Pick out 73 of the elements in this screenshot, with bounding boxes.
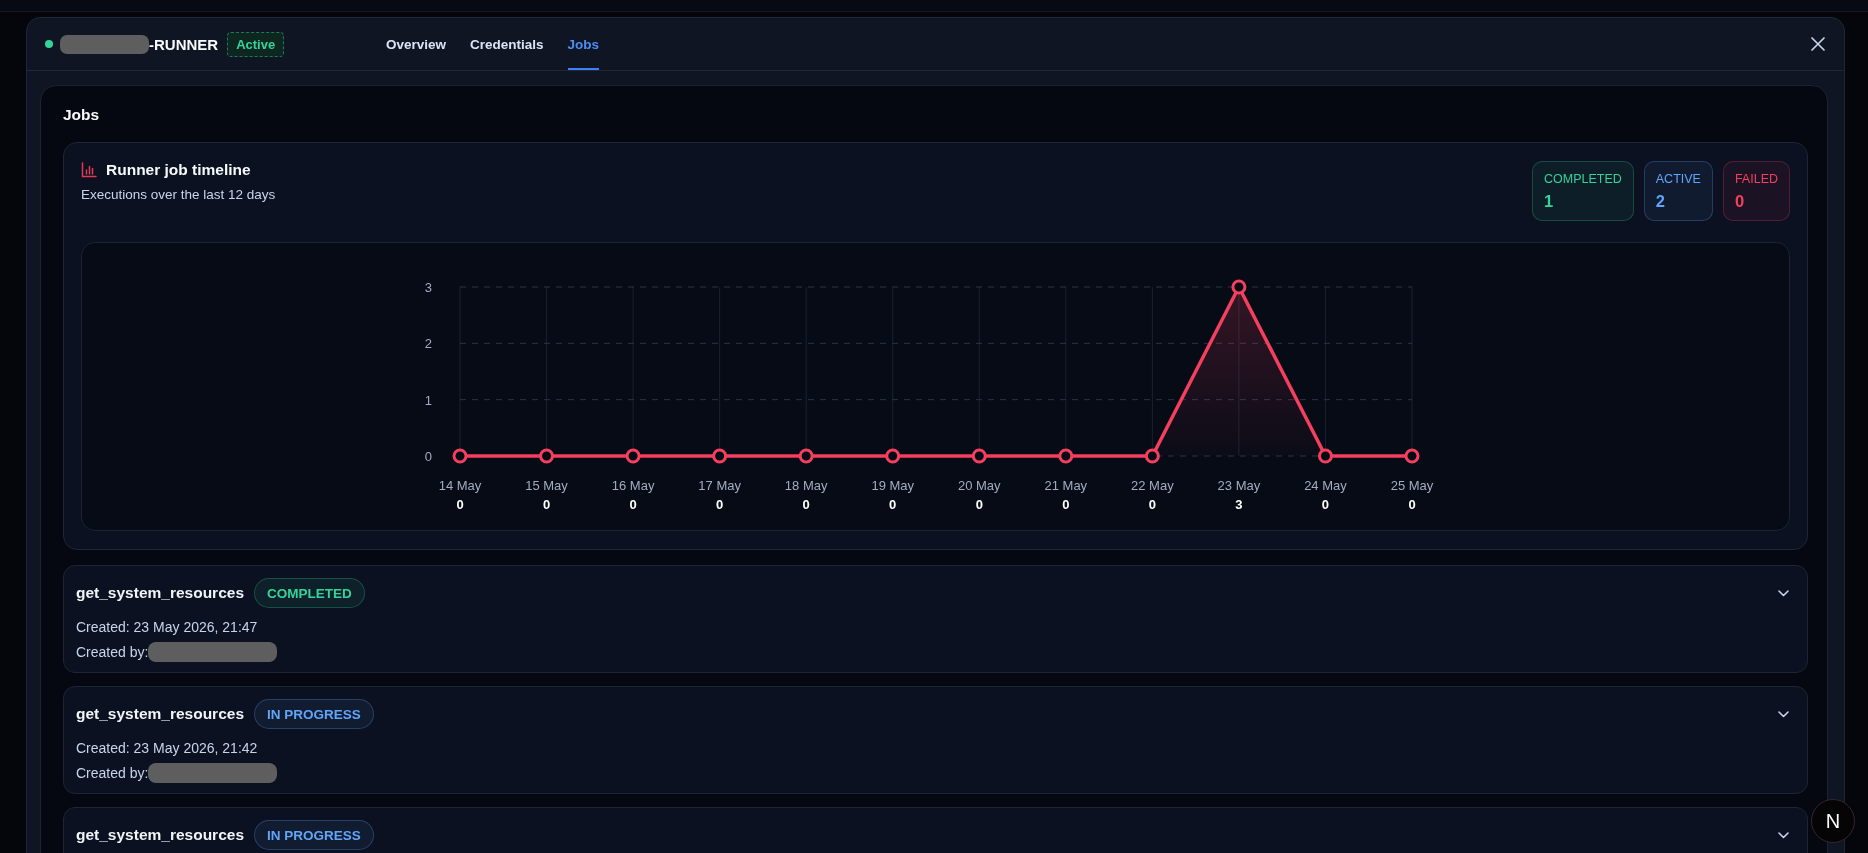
value-label: 0 [456, 497, 464, 512]
value-label: 0 [629, 497, 637, 512]
y-axis-label: 0 [424, 449, 432, 464]
timeline-subtitle: Executions over the last 12 days [81, 186, 276, 204]
job-name: get_system_resources [76, 705, 245, 723]
data-point [1058, 448, 1074, 464]
bar-chart-icon [81, 162, 97, 178]
stat-value: 1 [1543, 192, 1555, 210]
value-label: 0 [1408, 497, 1416, 512]
created-date: Created: 23 May 2026, 21:47 [76, 618, 259, 637]
stat-label: COMPLETED [1543, 172, 1622, 187]
y-axis-label: 3 [424, 280, 432, 295]
job-card[interactable]: get_system_resources COMPLETED Created: 23 May 2026, 21:47 Created by: [63, 565, 1808, 673]
data-point [1144, 448, 1160, 464]
value-label: 0 [1062, 497, 1070, 512]
value-label: 0 [542, 497, 551, 512]
job-name: get_system_resources [76, 584, 245, 602]
runner-title: -RUNNER [149, 35, 219, 53]
y-axis-label: 2 [424, 336, 432, 352]
value-label: 0 [1148, 497, 1156, 512]
data-point [712, 448, 728, 464]
job-card[interactable]: get_system_resources IN PROGRESS [63, 807, 1808, 853]
status-badge: IN PROGRESS [254, 820, 374, 850]
x-axis-label: 22 May [1131, 478, 1174, 493]
value-label: 0 [802, 497, 810, 512]
x-axis-label: 19 May [871, 478, 915, 493]
data-point [625, 448, 641, 464]
timeline-title: Runner job timeline [106, 161, 251, 179]
x-axis-label: 16 May [611, 478, 655, 493]
section-heading: Jobs [63, 105, 101, 125]
tab[interactable]: Jobs [567, 18, 600, 70]
data-point [971, 448, 987, 464]
tab[interactable]: Credentials [470, 18, 544, 70]
chevron-icon[interactable] [1778, 589, 1789, 597]
x-axis-label: 23 May [1217, 478, 1261, 493]
data-point [539, 448, 555, 464]
status-badge: Active [227, 31, 285, 57]
data-point [1317, 448, 1333, 464]
x-axis-label: 25 May [1390, 478, 1434, 493]
stat-label: ACTIVE [1655, 172, 1701, 187]
chevron-icon[interactable] [1778, 831, 1789, 839]
created-by-label: Created by: [76, 642, 149, 662]
x-axis-label: 18 May [784, 478, 828, 493]
x-axis-label: 21 May [1044, 478, 1088, 493]
data-point [1231, 279, 1247, 295]
x-axis-label: 24 May [1304, 478, 1347, 493]
status-badge: COMPLETED [254, 578, 365, 608]
created-date: Created: 23 May 2026, 21:42 [76, 739, 259, 758]
status-badge: IN PROGRESS [254, 699, 374, 729]
stat-value: 0 [1734, 192, 1746, 210]
data-point [452, 448, 468, 464]
created-by-label: Created by: [76, 763, 149, 783]
stat-label: FAILED [1734, 172, 1778, 187]
value-label: 0 [716, 497, 724, 512]
x-axis-label: 17 May [698, 478, 741, 493]
value-label: 3 [1235, 497, 1243, 512]
chevron-icon[interactable] [1778, 710, 1789, 718]
x-axis-label: 15 May [525, 478, 568, 493]
close-icon [1811, 37, 1825, 51]
job-card[interactable]: get_system_resources IN PROGRESS Created: 23 May 2026, 21:42 Created by: [63, 686, 1808, 794]
job-name: get_system_resources [76, 826, 245, 844]
data-point [885, 448, 901, 464]
stat-value: 2 [1655, 192, 1666, 210]
value-label: 0 [889, 497, 897, 512]
y-axis-label: 1 [424, 392, 432, 408]
value-label: 0 [1321, 497, 1330, 512]
x-axis-label: 20 May [957, 478, 1001, 493]
close-button[interactable] [1808, 34, 1828, 54]
x-axis-label: 14 May [438, 478, 482, 493]
data-point [798, 448, 814, 464]
value-label: 0 [975, 497, 983, 512]
data-point [1404, 448, 1420, 464]
tab[interactable]: Overview [386, 18, 447, 70]
